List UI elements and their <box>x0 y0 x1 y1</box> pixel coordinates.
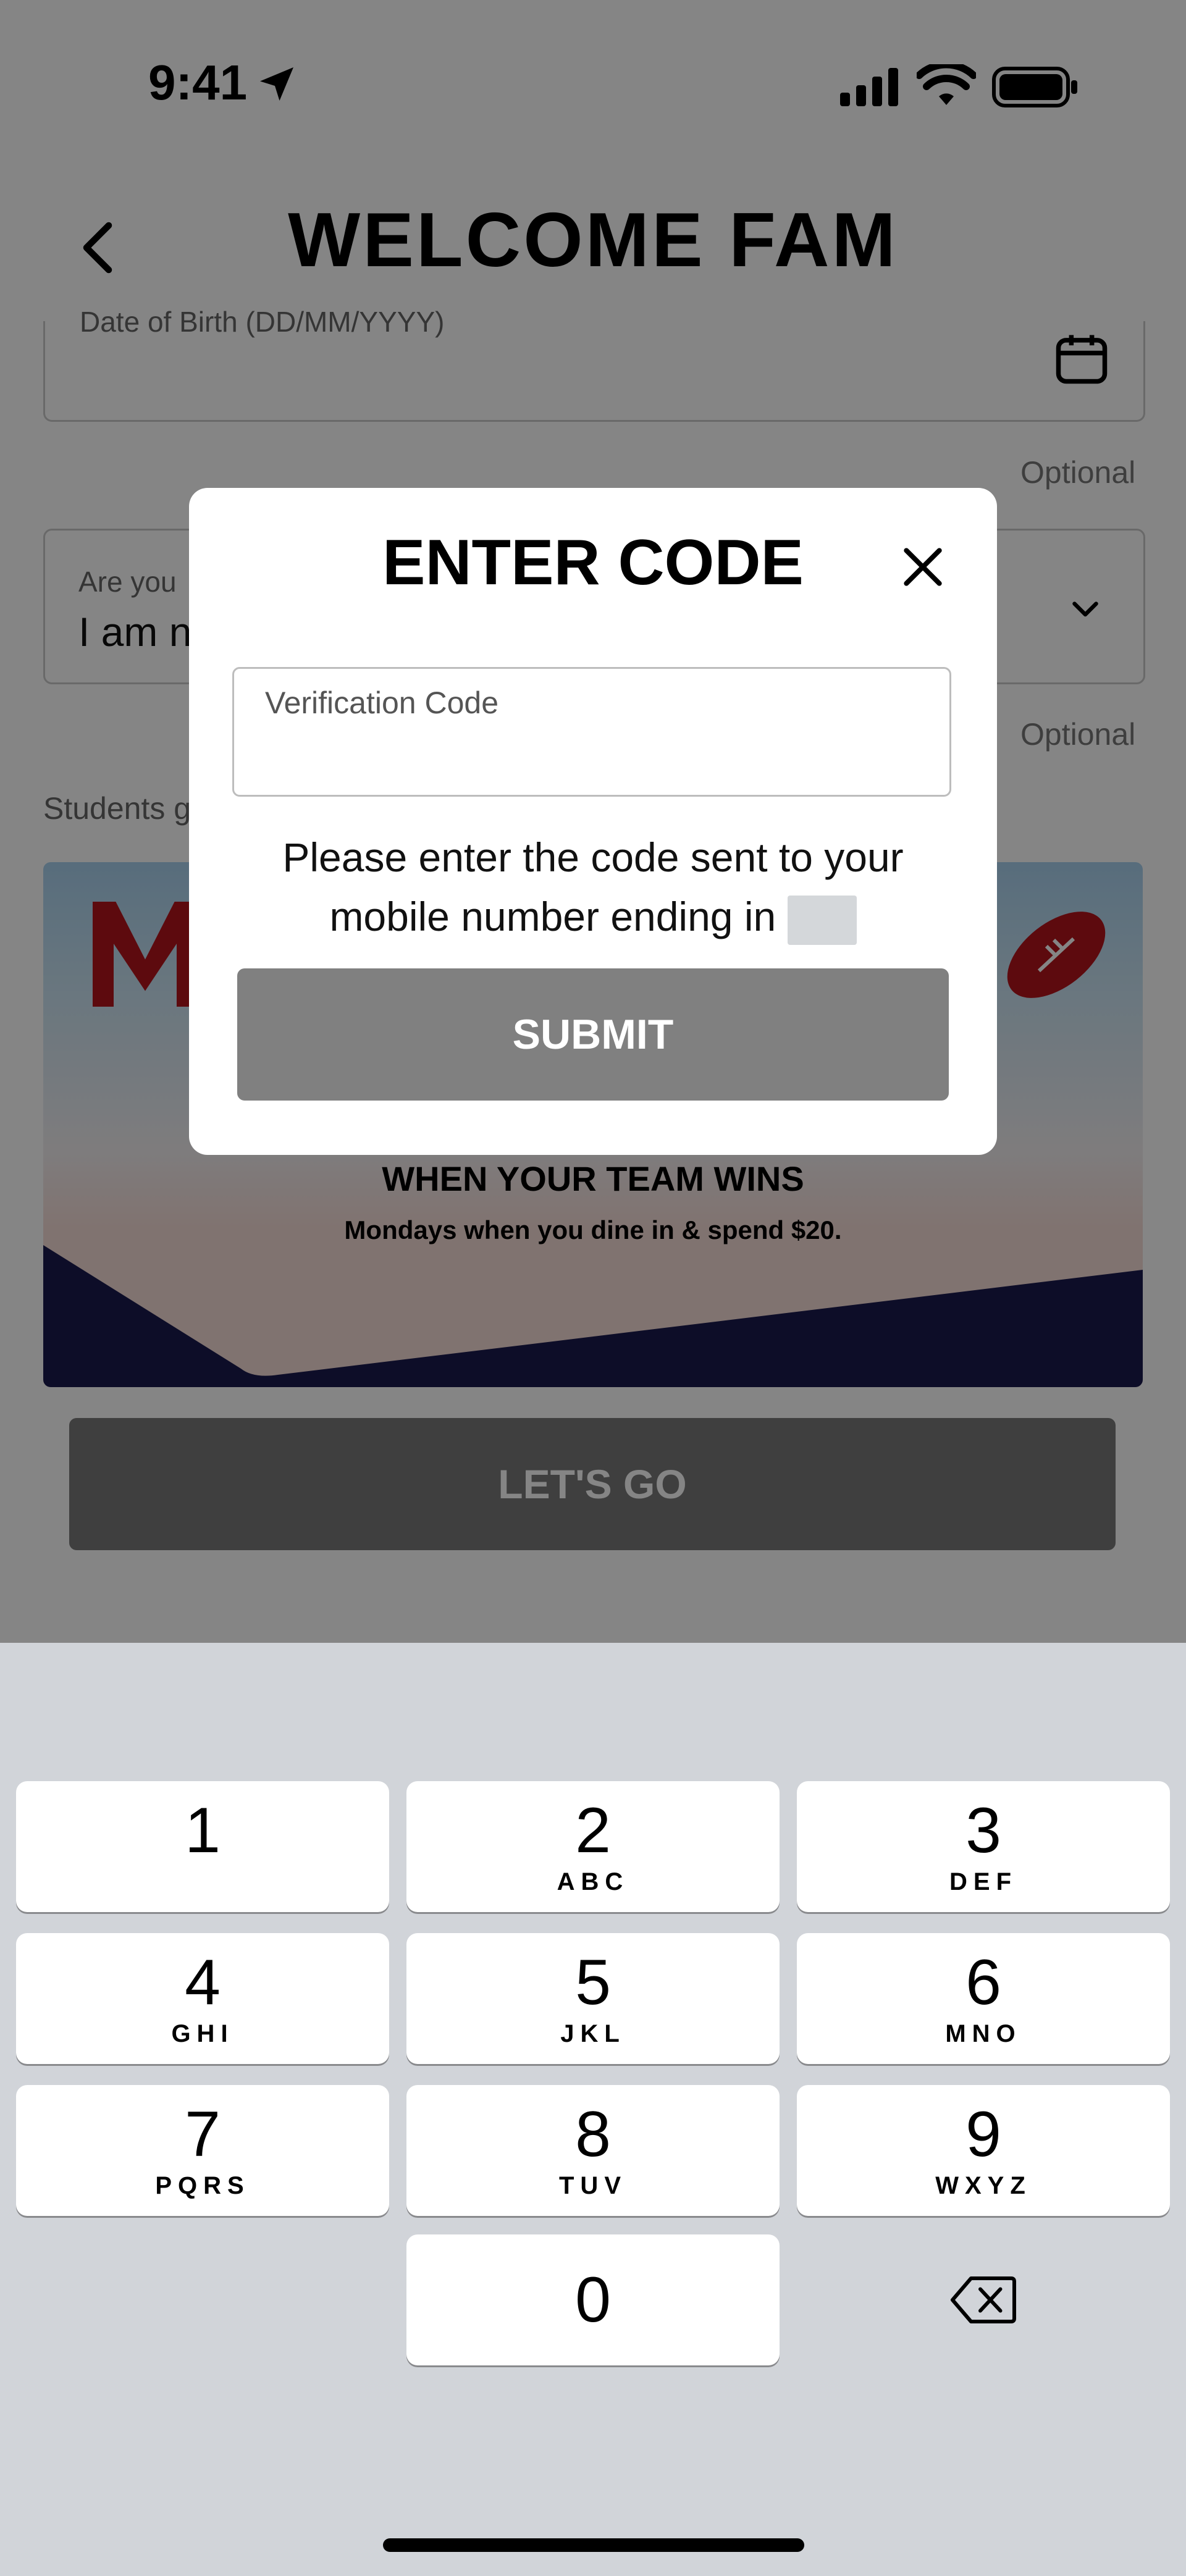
key-0[interactable]: 0 <box>406 2234 780 2365</box>
submit-label: SUBMIT <box>512 1011 674 1058</box>
key-8[interactable]: 8 TUV <box>406 2085 780 2216</box>
modal-message: Please enter the code sent to your mobil… <box>226 828 960 946</box>
modal-message-line2: mobile number ending in <box>329 894 776 939</box>
key-7[interactable]: 7 PQRS <box>16 2085 389 2216</box>
verification-code-input[interactable]: Verification Code <box>232 667 951 797</box>
app-screen: 9:41 WELCOME FAM Date of Birth (DD/MM/YY… <box>0 0 1186 1643</box>
masked-number <box>787 895 857 945</box>
key-2[interactable]: 2 ABC <box>406 1781 780 1912</box>
key-3[interactable]: 3 DEF <box>797 1781 1170 1912</box>
numeric-keypad: 1 2 ABC 3 DEF 4 GHI 5 JKL 6 MNO 7 PQRS 8 TUV 9W… <box>0 1643 1186 2576</box>
key-4[interactable]: 4 GHI <box>16 1933 389 2064</box>
key-6[interactable]: 6 MNO <box>797 1933 1170 2064</box>
delete-backspace-icon <box>951 2276 1016 2323</box>
enter-code-modal: ENTER CODE Verification Code Please ente… <box>189 488 997 1155</box>
modal-message-line1: Please enter the code sent to your <box>282 834 904 880</box>
key-1[interactable]: 1 <box>16 1781 389 1912</box>
key-5[interactable]: 5 JKL <box>406 1933 780 2064</box>
verification-code-label: Verification Code <box>265 686 499 720</box>
close-icon[interactable] <box>898 542 948 592</box>
delete-key[interactable] <box>797 2234 1170 2365</box>
submit-button[interactable]: SUBMIT <box>237 968 949 1101</box>
modal-title: ENTER CODE <box>382 527 804 598</box>
key-9[interactable]: 9 WXYZ <box>797 2085 1170 2216</box>
home-indicator <box>383 2538 804 2552</box>
